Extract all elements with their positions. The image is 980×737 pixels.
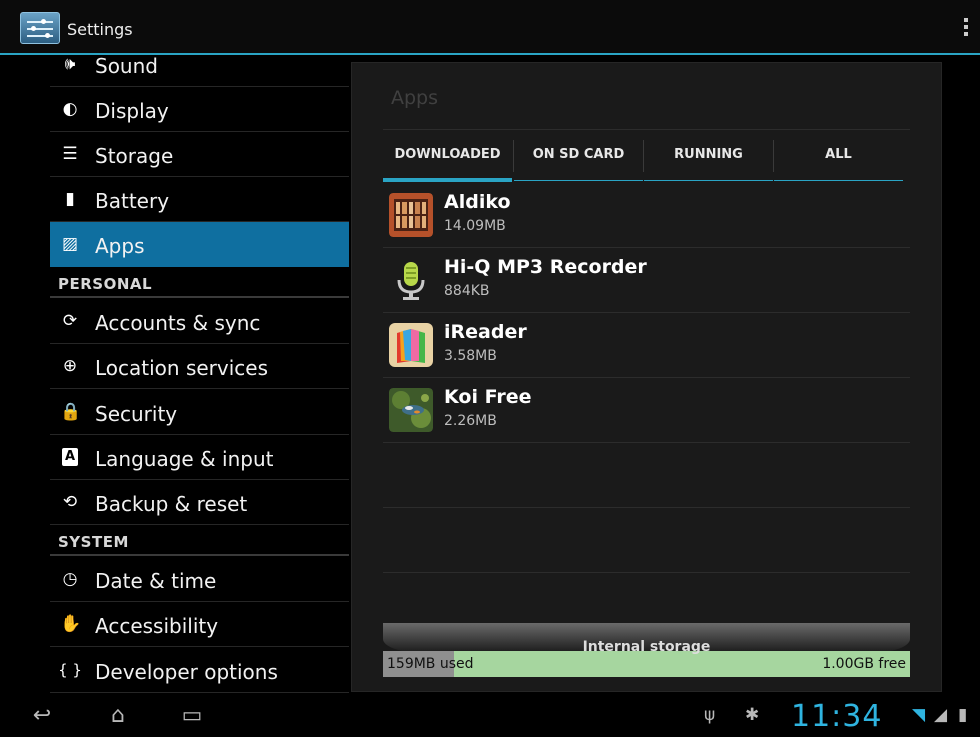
usb-icon: ψ bbox=[704, 705, 716, 725]
settings-item-label: Battery bbox=[95, 189, 170, 213]
hand-icon: ✋ bbox=[60, 614, 82, 634]
settings-item-storage[interactable]: ☰ Storage bbox=[50, 132, 349, 177]
status-clock[interactable]: 11:34 bbox=[791, 699, 882, 734]
battery-icon: ▮ bbox=[65, 189, 75, 209]
settings-item-label: Accounts & sync bbox=[95, 311, 261, 335]
storage-used-label: 159MB used bbox=[387, 656, 474, 672]
overflow-menu-icon[interactable] bbox=[964, 18, 968, 36]
action-bar: Settings bbox=[0, 0, 980, 55]
braces-icon: { } bbox=[58, 661, 82, 679]
clock-icon: ◷ bbox=[62, 569, 78, 589]
app-size: 3.58MB bbox=[444, 348, 497, 364]
app-list-item-hi-q-mp3-recorder[interactable]: Hi-Q MP3 Recorder 884KB bbox=[383, 248, 910, 313]
settings-item-label: Location services bbox=[95, 356, 269, 380]
wifi-icon: ◥ bbox=[912, 705, 926, 725]
storage-title: Internal storage bbox=[582, 639, 711, 655]
settings-item-date-time[interactable]: ◷ Date & time bbox=[50, 557, 349, 602]
settings-item-backup-reset[interactable]: ⟲ Backup & reset bbox=[50, 480, 349, 525]
app-list-item-ireader[interactable]: iReader 3.58MB bbox=[383, 313, 910, 378]
settings-item-label: Backup & reset bbox=[95, 492, 248, 516]
settings-item-display[interactable]: ◐ Display bbox=[50, 87, 349, 132]
action-bar-title: Settings bbox=[67, 20, 133, 39]
tab-running[interactable]: RUNNING bbox=[644, 130, 773, 181]
system-bar: ↩ ⌂ ▭ ψ ✱ 11:34 ◥ ◢ ▮ bbox=[0, 695, 980, 737]
storage-indicator: 159MB used 1.00GB free Internal storage bbox=[383, 623, 910, 677]
app-size: 14.09MB bbox=[444, 218, 506, 234]
speaker-icon: 🕪 bbox=[64, 57, 76, 74]
empty-list-row bbox=[383, 508, 910, 573]
tab-on-sd-card[interactable]: ON SD CARD bbox=[514, 130, 643, 181]
apps-icon: ▨ bbox=[61, 234, 79, 254]
koi-pond-icon bbox=[389, 388, 433, 432]
storage-free-label: 1.00GB free bbox=[822, 656, 906, 672]
settings-item-label: Security bbox=[95, 402, 178, 426]
app-list-item-koi-free[interactable]: Koi Free 2.26MB bbox=[383, 378, 910, 443]
home-icon[interactable]: ⌂ bbox=[98, 703, 138, 729]
sync-icon: ⟳ bbox=[62, 311, 78, 331]
page-title: Apps bbox=[391, 87, 439, 109]
settings-item-language-input[interactable]: A Language & input bbox=[50, 435, 349, 480]
location-icon: ⊕ bbox=[62, 356, 78, 376]
app-name: iReader bbox=[444, 321, 527, 343]
empty-list-row bbox=[383, 443, 910, 508]
tab-downloaded[interactable]: DOWNLOADED bbox=[383, 130, 512, 182]
app-name: Aldiko bbox=[444, 191, 511, 213]
settings-item-apps[interactable]: ▨ Apps bbox=[50, 222, 349, 267]
app-name: Koi Free bbox=[444, 386, 532, 408]
app-name: Hi-Q MP3 Recorder bbox=[444, 256, 647, 278]
settings-item-location[interactable]: ⊕ Location services bbox=[50, 344, 349, 389]
settings-item-label: Accessibility bbox=[95, 614, 219, 638]
signal-icon: ◢ bbox=[934, 705, 948, 725]
app-size: 884KB bbox=[444, 283, 490, 299]
settings-item-sound[interactable]: 🕪 Sound bbox=[50, 57, 349, 87]
apps-panel: Apps DOWNLOADED ON SD CARD RUNNING ALL A… bbox=[351, 62, 942, 692]
battery-status-icon: ▮ bbox=[958, 705, 968, 725]
settings-item-label: Storage bbox=[95, 144, 174, 168]
android-debug-icon: ✱ bbox=[745, 705, 760, 725]
settings-item-label: Developer options bbox=[95, 660, 278, 684]
recent-apps-icon[interactable]: ▭ bbox=[172, 703, 212, 729]
back-icon[interactable]: ↩ bbox=[24, 703, 60, 729]
section-header-system: SYSTEM bbox=[50, 526, 349, 556]
brightness-icon: ◐ bbox=[62, 99, 78, 119]
settings-item-developer-options[interactable]: { } Developer options bbox=[50, 648, 349, 693]
app-list-item-aldiko[interactable]: Aldiko 14.09MB bbox=[383, 183, 910, 248]
settings-item-battery[interactable]: ▮ Battery bbox=[50, 177, 349, 222]
tab-all[interactable]: ALL bbox=[774, 130, 903, 181]
app-size: 2.26MB bbox=[444, 413, 497, 429]
ireader-book-icon bbox=[389, 323, 433, 367]
microphone-icon bbox=[389, 258, 433, 302]
lock-icon: 🔒 bbox=[60, 402, 82, 422]
section-header-label: PERSONAL bbox=[58, 275, 153, 293]
settings-item-label: Display bbox=[95, 99, 169, 123]
settings-list: 🕪 Sound ◐ Display ☰ Storage ▮ Battery ▨ … bbox=[50, 57, 349, 693]
settings-item-label: Apps bbox=[95, 234, 145, 258]
backup-icon: ⟲ bbox=[62, 492, 78, 512]
settings-item-security[interactable]: 🔒 Security bbox=[50, 390, 349, 435]
settings-item-label: Sound bbox=[95, 57, 158, 78]
storage-icon: ☰ bbox=[62, 144, 78, 164]
settings-item-accounts-sync[interactable]: ⟳ Accounts & sync bbox=[50, 299, 349, 344]
apps-tab-bar: DOWNLOADED ON SD CARD RUNNING ALL bbox=[383, 130, 903, 182]
settings-app-icon[interactable] bbox=[20, 12, 60, 44]
settings-item-label: Language & input bbox=[95, 447, 274, 471]
settings-item-label: Date & time bbox=[95, 569, 217, 593]
settings-item-accessibility[interactable]: ✋ Accessibility bbox=[50, 602, 349, 647]
aldiko-bookshelf-icon bbox=[389, 193, 433, 237]
keyboard-letter-icon: A bbox=[62, 448, 78, 466]
section-header-personal: PERSONAL bbox=[50, 268, 349, 298]
section-header-label: SYSTEM bbox=[58, 533, 129, 551]
